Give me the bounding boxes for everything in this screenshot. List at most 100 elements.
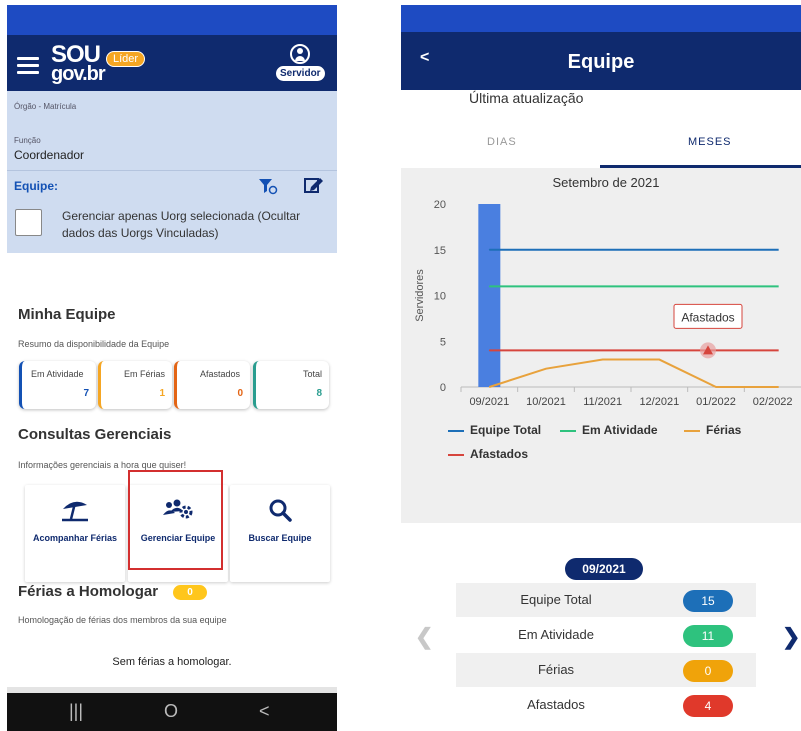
status-bar: [401, 5, 801, 32]
data-point: [658, 349, 660, 351]
filter-icon[interactable]: [258, 177, 278, 195]
divider: [7, 170, 337, 171]
x-tick-label: 01/2022: [696, 396, 736, 408]
y-tick-label: 15: [434, 245, 446, 257]
prev-month-arrow-icon[interactable]: ❮: [415, 624, 433, 650]
ferias-count-badge: 0: [173, 585, 207, 600]
consultas-title: Consultas Gerenciais: [18, 426, 172, 443]
recent-apps-button[interactable]: |||: [69, 701, 83, 722]
app-header: SOU gov.br Líder Servidor: [7, 35, 337, 91]
stat-label: Total: [302, 369, 322, 379]
user-icon[interactable]: [290, 44, 310, 64]
home-button[interactable]: O: [164, 701, 178, 722]
beach-umbrella-icon: [62, 501, 88, 522]
logo-govbr: gov.br: [51, 63, 106, 85]
data-point: [602, 285, 604, 287]
edit-icon[interactable]: [304, 176, 324, 194]
data-point: [545, 368, 547, 370]
data-point: [488, 285, 490, 287]
stat-card-total[interactable]: Total 8: [253, 361, 329, 409]
selected-date-pill: 09/2021: [565, 558, 643, 580]
tile-label: Acompanhar Férias: [32, 533, 118, 543]
row-label: Equipe Total: [520, 592, 592, 607]
stat-card-em-atividade[interactable]: Em Atividade 7: [19, 361, 96, 409]
legend-item-afastados: Afastados: [448, 447, 528, 461]
data-point: [772, 285, 774, 287]
hamburger-menu-icon[interactable]: [17, 57, 39, 78]
row-value-pill: 4: [683, 695, 733, 717]
row-label: Afastados: [527, 697, 585, 712]
right-phone-screen: < Equipe Última atualização DIAS MESES S…: [401, 5, 801, 731]
x-tick-label: 09/2021: [469, 396, 509, 408]
stat-value: 8: [316, 388, 322, 399]
stat-card-em-ferias[interactable]: Em Férias 1: [98, 361, 172, 409]
stat-value: 7: [83, 388, 89, 399]
series-line-férias: [489, 358, 779, 388]
row-label: Em Atividade: [518, 627, 594, 642]
tab-meses[interactable]: MESES: [688, 136, 732, 148]
data-point: [772, 249, 774, 251]
stat-label: Em Atividade: [31, 369, 84, 379]
funcao-label: Função: [14, 136, 41, 145]
y-tick-label: 20: [434, 199, 446, 211]
data-point: [602, 249, 604, 251]
detail-row-afastados: Afastados 4: [456, 688, 756, 722]
consultas-subtitle: Informações gerenciais a hora que quiser…: [18, 460, 187, 470]
stat-value: 1: [159, 388, 165, 399]
back-button[interactable]: <: [259, 701, 270, 722]
data-point: [545, 349, 547, 351]
tile-buscar-equipe[interactable]: Buscar Equipe: [230, 485, 330, 582]
funcao-value: Coordenador: [14, 148, 85, 162]
tile-acompanhar-ferias[interactable]: Acompanhar Férias: [25, 485, 125, 582]
legend-item-equipe-total: Equipe Total: [448, 423, 541, 437]
chart-title: Setembro de 2021: [552, 175, 660, 190]
row-label: Férias: [537, 662, 575, 677]
data-point: [488, 386, 490, 388]
data-point: [602, 359, 604, 361]
left-phone-screen: SOU gov.br Líder Servidor Órgão - Matríc…: [7, 5, 337, 731]
tab-dias[interactable]: DIAS: [487, 136, 517, 148]
data-point: [658, 249, 660, 251]
next-month-arrow-icon[interactable]: ❯: [782, 624, 800, 650]
tile-label: Buscar Equipe: [248, 533, 312, 543]
data-point: [545, 285, 547, 287]
minha-equipe-subtitle: Resumo da disponibilidade da Equipe: [18, 339, 170, 349]
ferias-homologar-subtitle: Homologação de férias dos membros da sua…: [18, 615, 227, 625]
row-value-pill: 11: [683, 625, 733, 647]
detail-row-equipe-total: Equipe Total 15: [456, 583, 756, 617]
y-axis-label: Servidores: [414, 269, 426, 322]
minha-equipe-title: Minha Equipe: [18, 306, 116, 323]
legend-item-em-atividade: Em Atividade: [560, 423, 658, 437]
data-point: [658, 285, 660, 287]
data-point: [658, 359, 660, 361]
search-icon: [269, 499, 292, 522]
y-tick-label: 10: [434, 291, 446, 303]
equipe-label: Equipe:: [14, 179, 58, 193]
stat-card-afastados[interactable]: Afastados 0: [174, 361, 250, 409]
status-bar: [7, 5, 337, 35]
lider-badge: Líder: [106, 51, 146, 67]
line-chart: 0 5 10 15 20 Servidores 09/2021 10/2021 11/2021 1…: [414, 199, 801, 408]
x-tick-label: 02/2022: [753, 396, 793, 408]
data-point: [488, 349, 490, 351]
data-point: [715, 386, 717, 388]
y-tick-label: 0: [440, 382, 446, 394]
x-tick-label: 10/2021: [526, 396, 566, 408]
data-point: [488, 249, 490, 251]
x-tick-label: 11/2021: [583, 396, 622, 408]
data-point: [602, 349, 604, 351]
android-nav-bar: ||| O <: [7, 693, 337, 731]
page-title: Equipe: [567, 51, 635, 73]
detail-row-em-atividade: Em Atividade 11: [456, 618, 756, 652]
row-value-pill: 15: [683, 590, 733, 612]
highlight-bar: [478, 204, 501, 387]
x-tick-label: 12/2021: [639, 396, 679, 408]
data-point: [715, 285, 717, 287]
last-update-label: Última atualização: [469, 90, 584, 106]
stat-value: 0: [237, 388, 243, 399]
data-point: [545, 249, 547, 251]
servidor-badge[interactable]: Servidor: [276, 66, 325, 81]
uorg-checkbox[interactable]: [15, 209, 42, 236]
y-tick-label: 5: [440, 336, 446, 348]
ferias-homologar-title: Férias a Homologar: [18, 583, 159, 600]
